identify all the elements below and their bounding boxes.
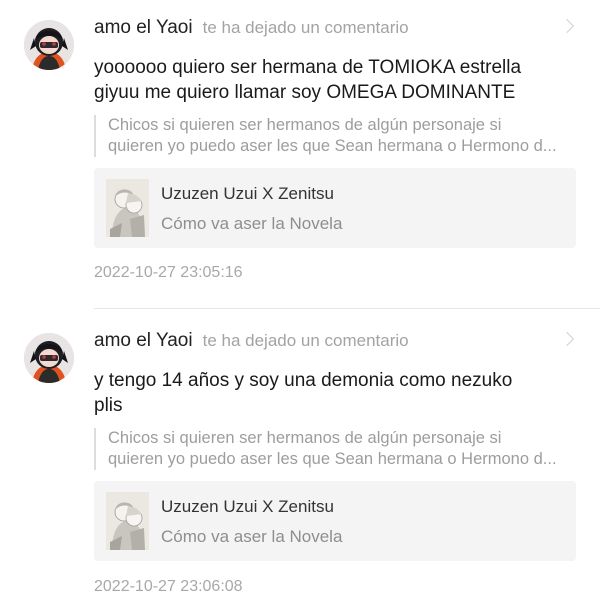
avatar[interactable] [24, 20, 74, 70]
story-cover [106, 179, 149, 237]
anime-girl-avatar-icon [24, 333, 74, 383]
comment-line: giyuu me quiero llamar soy OMEGA DOMINAN… [94, 82, 516, 103]
comment-notification[interactable]: amo el Yaoi te ha dejado un comentario y… [0, 310, 600, 613]
action-text: te ha dejado un comentario [202, 331, 409, 350]
quoted-comment: Chicos si quieren ser hermanos de algún … [94, 115, 580, 157]
avatar[interactable] [24, 333, 74, 383]
sketch-cover-icon [106, 492, 149, 550]
comment-notification[interactable]: amo el Yaoi te ha dejado un comentario y… [0, 0, 600, 310]
comment-line: y tengo 14 años y soy una demonia como n… [94, 370, 513, 391]
story-card[interactable]: Uzuzen Uzui X Zenitsu Cómo va aser la No… [94, 168, 576, 248]
comment-line: yoooooo quiero ser hermana de TOMIOKA es… [94, 57, 522, 78]
timestamp: 2022-10-27 23:05:16 [94, 264, 243, 281]
anime-girl-avatar-icon [24, 20, 74, 70]
quote-line: Chicos si quieren ser hermanos de algún … [108, 429, 502, 447]
story-chapter: Cómo va aser la Novela [161, 214, 343, 233]
quote-line: quieren yo puedo aser les que Sean herma… [108, 137, 557, 155]
quoted-comment: Chicos si quieren ser hermanos de algún … [94, 428, 580, 470]
story-cover [106, 492, 149, 550]
divider [94, 308, 600, 309]
comment-line: plis [94, 395, 123, 416]
quote-line: Chicos si quieren ser hermanos de algún … [108, 116, 502, 134]
comment-text: yoooooo quiero ser hermana de TOMIOKA es… [94, 55, 580, 105]
comment-text: y tengo 14 años y soy una demonia como n… [94, 368, 580, 418]
notification-feed: amo el Yaoi te ha dejado un comentario y… [0, 0, 600, 613]
notification-header: amo el Yaoi te ha dejado un comentario [94, 15, 576, 41]
story-card[interactable]: Uzuzen Uzui X Zenitsu Cómo va aser la No… [94, 481, 576, 561]
story-title: Uzuzen Uzui X Zenitsu [161, 497, 334, 516]
notification-header: amo el Yaoi te ha dejado un comentario [94, 328, 576, 354]
action-text: te ha dejado un comentario [202, 18, 409, 37]
story-chapter: Cómo va aser la Novela [161, 527, 343, 546]
timestamp: 2022-10-27 23:06:08 [94, 578, 243, 595]
sketch-cover-icon [106, 179, 149, 237]
username[interactable]: amo el Yaoi [94, 330, 193, 352]
story-title: Uzuzen Uzui X Zenitsu [161, 184, 334, 203]
quote-line: quieren yo puedo aser les que Sean herma… [108, 450, 557, 468]
username[interactable]: amo el Yaoi [94, 17, 193, 39]
